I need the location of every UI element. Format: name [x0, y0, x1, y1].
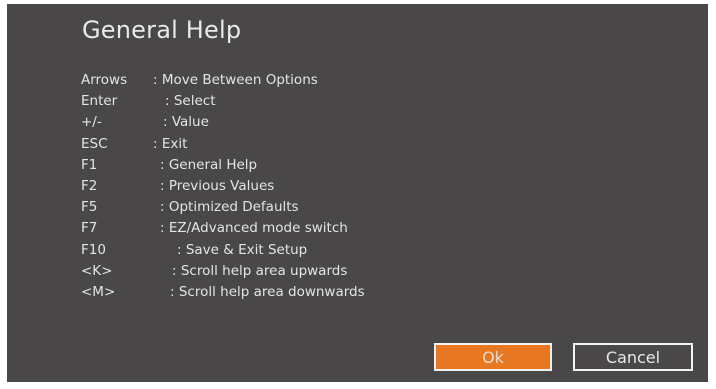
- help-key: F2: [81, 177, 98, 194]
- help-description: : Move Between Options: [153, 72, 318, 88]
- help-key: Arrows: [81, 72, 128, 88]
- help-description: : Scroll help area downwards: [170, 283, 365, 300]
- help-description: : Save & Exit Setup: [177, 241, 308, 258]
- help-key: F7: [81, 220, 98, 237]
- help-description: : Optimized Defaults: [160, 199, 299, 216]
- general-help-dialog: General Help Arrows : Move Between Optio…: [7, 4, 708, 382]
- ok-button[interactable]: Ok: [434, 343, 552, 371]
- dialog-title: General Help: [82, 16, 242, 44]
- help-description: : EZ/Advanced mode switch: [160, 220, 348, 237]
- help-key: Enter: [81, 93, 118, 110]
- cancel-button[interactable]: Cancel: [573, 343, 693, 371]
- help-key: F5: [81, 199, 98, 216]
- help-description: : Value: [163, 114, 209, 131]
- help-key: F1: [81, 156, 98, 173]
- help-description: : Scroll help area upwards: [172, 262, 348, 279]
- help-key: <K>: [81, 262, 113, 279]
- help-key: F10: [81, 241, 106, 258]
- help-description: : Exit: [153, 135, 188, 152]
- help-description: : Select: [165, 93, 216, 110]
- help-key: <M>: [81, 283, 116, 300]
- help-description: : General Help: [160, 156, 258, 173]
- help-key: ESC: [81, 135, 108, 152]
- help-description: : Previous Values: [160, 177, 275, 194]
- help-key: +/-: [81, 114, 102, 131]
